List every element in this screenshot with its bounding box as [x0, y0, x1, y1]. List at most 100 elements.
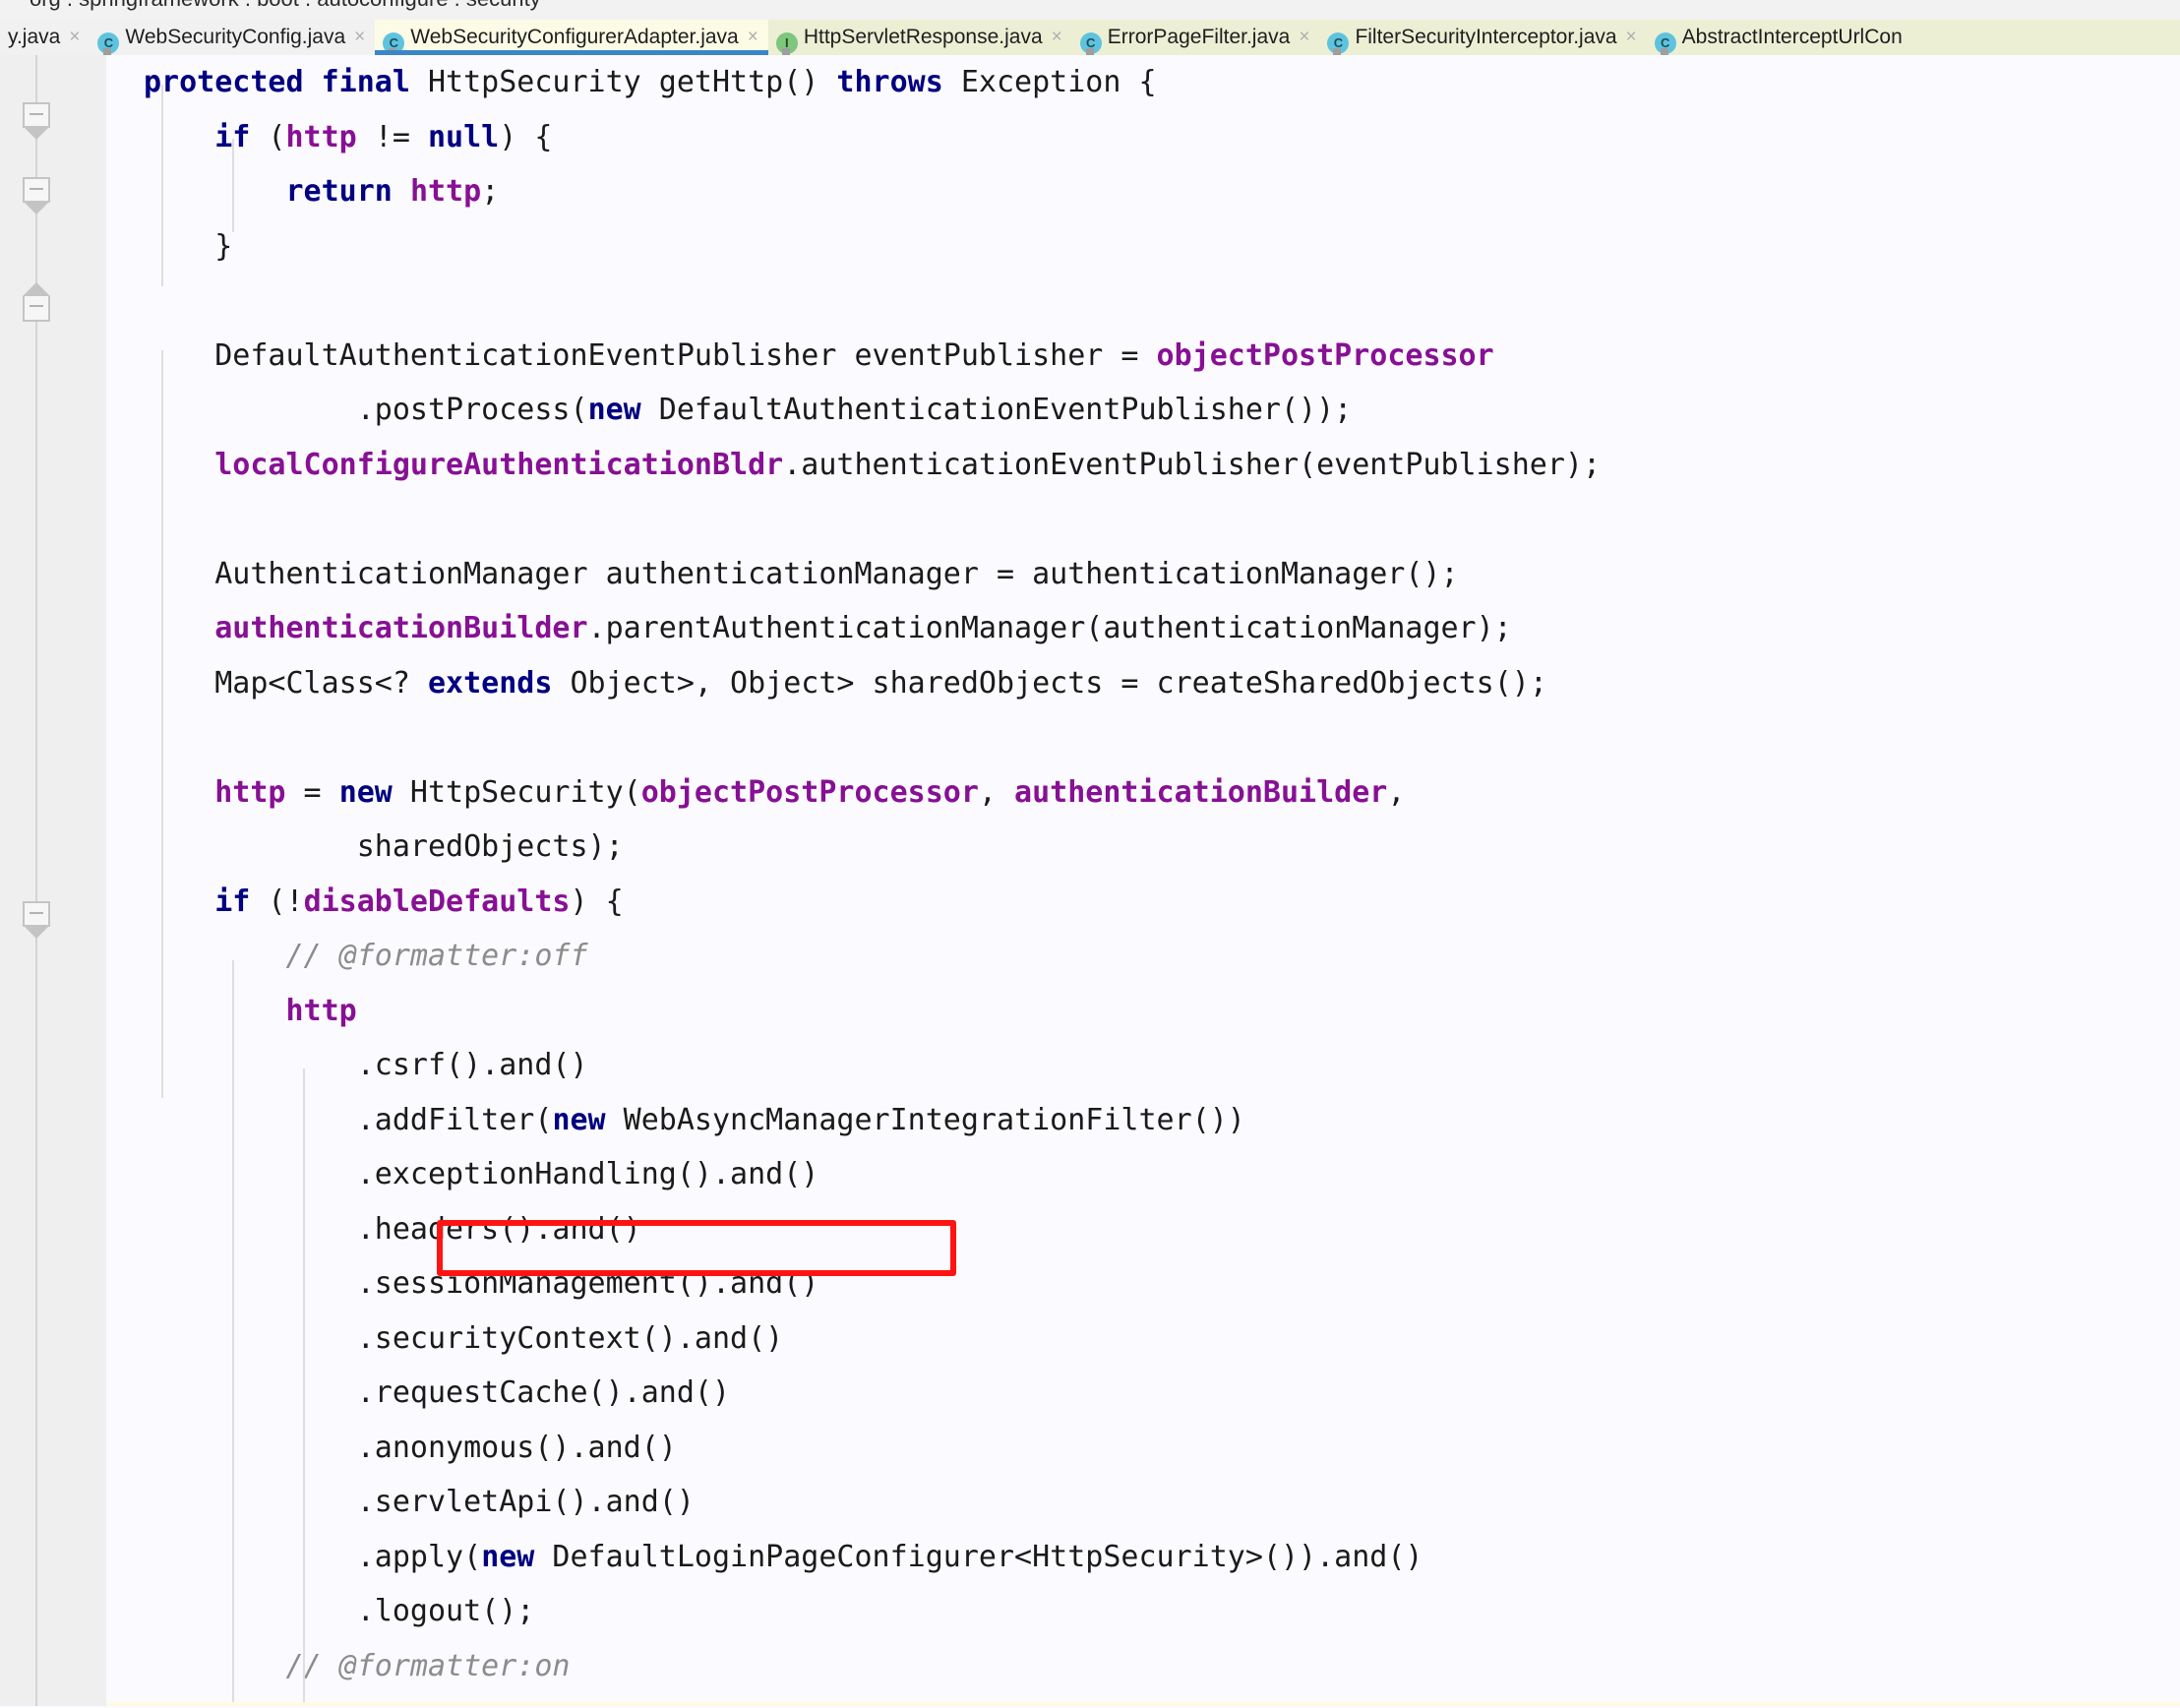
code-line[interactable]: .anonymous().and(): [106, 1421, 2180, 1476]
java-interface-icon: I: [775, 32, 798, 55]
code-line[interactable]: .headers().and(): [106, 1202, 2180, 1257]
editor-tab-label: WebSecurityConfigurerAdapter.java: [410, 26, 739, 48]
code-token-kw: throws: [836, 65, 943, 99]
code-line[interactable]: sharedObjects);: [106, 820, 2180, 875]
code-line[interactable]: return http;: [106, 164, 2180, 219]
code-token-txt: ) {: [570, 884, 624, 919]
close-icon[interactable]: ×: [748, 20, 758, 55]
code-token-txt: .addFilter(: [356, 1102, 553, 1137]
code-token-kw: null: [428, 119, 500, 154]
code-line[interactable]: [106, 710, 2180, 765]
code-editor[interactable]: protected final HttpSecurity getHttp() t…: [0, 55, 2180, 1706]
java-class-icon: C: [1327, 32, 1350, 55]
editor-tab-label: y.java: [8, 26, 61, 48]
code-line[interactable]: .servletApi().and(): [106, 1475, 2180, 1530]
close-icon[interactable]: ×: [1299, 20, 1309, 55]
code-token-txt: .anonymous().and(): [356, 1430, 677, 1465]
code-line[interactable]: // @formatter:on: [106, 1639, 2180, 1694]
code-line[interactable]: http = new HttpSecurity(objectPostProces…: [106, 765, 2180, 821]
code-line[interactable]: .addFilter(new WebAsyncManagerIntegratio…: [106, 1093, 2180, 1148]
code-token-kw: extends: [428, 665, 553, 701]
indent-guide: [161, 350, 163, 1098]
code-token-kw: new: [338, 774, 393, 810]
editor-tab[interactable]: y.java ×: [0, 20, 91, 55]
code-token-cmt: // @formatter:off: [285, 939, 588, 973]
editor-tab-bar[interactable]: y.java × C WebSecurityConfig.java × C WebSecur…: [0, 20, 2180, 56]
code-token-txt: .exceptionHandling().and(): [356, 1157, 819, 1191]
editor-tab-label: FilterSecurityInterceptor.java: [1355, 26, 1617, 48]
code-line[interactable]: if (http != null) {: [106, 110, 2180, 165]
editor-tab-label: HttpServletResponse.java: [803, 26, 1043, 48]
fold-expand-icon[interactable]: [23, 282, 50, 322]
source-code-area[interactable]: protected final HttpSecurity getHttp() t…: [106, 55, 2180, 1706]
editor-tab[interactable]: C WebSecurityConfig.java ×: [90, 20, 376, 55]
code-line[interactable]: .exceptionHandling().and(): [106, 1147, 2180, 1202]
code-token-fld: localConfigureAuthenticationBldr: [214, 447, 784, 482]
code-token-cmt: // @formatter:on: [285, 1648, 571, 1683]
code-line[interactable]: http: [106, 984, 2180, 1039]
editor-gutter[interactable]: [0, 55, 107, 1706]
editor-tab[interactable]: C AbstractInterceptUrlCon: [1646, 20, 1912, 55]
code-line[interactable]: DefaultAuthenticationEventPublisher even…: [106, 329, 2180, 384]
code-token-txt: DefaultAuthenticationEventPublisher even…: [214, 337, 1157, 373]
editor-tab[interactable]: I HttpServletResponse.java ×: [767, 20, 1072, 55]
indent-guide: [303, 1068, 305, 1706]
code-line[interactable]: .sessionManagement().and(): [106, 1256, 2180, 1312]
code-line[interactable]: .csrf().and(): [106, 1038, 2180, 1093]
code-token-txt: ,: [978, 774, 1015, 810]
code-line[interactable]: Map<Class<? extends Object>, Object> sha…: [106, 656, 2180, 711]
fold-arrow-fill: [26, 285, 47, 296]
code-line[interactable]: // @formatter:off: [106, 929, 2180, 984]
fold-arrow-fill: [26, 922, 47, 933]
code-token-txt: WebAsyncManagerIntegrationFilter()): [605, 1102, 1245, 1137]
editor-tab[interactable]: C WebSecurityConfigurerAdapter.java ×: [375, 20, 768, 55]
editor-tab[interactable]: C ErrorPageFilter.java ×: [1071, 20, 1320, 55]
code-line[interactable]: localConfigureAuthenticationBldr.authent…: [106, 438, 2180, 493]
code-token-txt: .csrf().and(): [356, 1048, 588, 1082]
editor-tab-label: AbstractInterceptUrlCon: [1681, 26, 1903, 48]
fold-collapse-icon[interactable]: [23, 177, 50, 214]
code-token-fld: http: [285, 993, 357, 1028]
code-line[interactable]: }: [106, 219, 2180, 274]
code-line[interactable]: if (!disableDefaults) {: [106, 875, 2180, 930]
code-token-kw: new: [481, 1539, 535, 1574]
code-token-txt: (!: [250, 884, 304, 919]
breadcrumb-strip[interactable]: org . springframework . boot . autoconfi…: [0, 0, 2180, 20]
next-line-hint: [106, 1702, 2180, 1706]
code-line[interactable]: .apply(new DefaultLoginPageConfigurer<Ht…: [106, 1530, 2180, 1585]
editor-tab-label: WebSecurityConfig.java: [125, 26, 346, 48]
code-line[interactable]: authenticationBuilder.parentAuthenticati…: [106, 601, 2180, 656]
code-line[interactable]: .securityContext().and(): [106, 1312, 2180, 1367]
code-line[interactable]: .postProcess(new DefaultAuthenticationEv…: [106, 383, 2180, 438]
code-line[interactable]: [106, 492, 2180, 547]
code-token-fld: authenticationBuilder: [214, 611, 588, 645]
code-token-kw: new: [552, 1102, 606, 1137]
code-line[interactable]: protected final HttpSecurity getHttp() t…: [106, 55, 2180, 110]
java-class-icon: C: [383, 32, 405, 55]
fold-collapse-icon[interactable]: [23, 901, 50, 939]
close-icon[interactable]: ×: [69, 20, 80, 55]
code-line[interactable]: [106, 274, 2180, 329]
code-token-kw: new: [587, 393, 641, 427]
code-token-txt: .headers().and(): [356, 1211, 641, 1247]
fold-collapse-icon[interactable]: [23, 102, 50, 140]
java-class-icon: C: [97, 32, 120, 55]
editor-tab[interactable]: C FilterSecurityInterceptor.java ×: [1319, 20, 1647, 55]
code-line[interactable]: .requestCache().and(): [106, 1366, 2180, 1421]
code-line[interactable]: .logout();: [106, 1584, 2180, 1639]
close-icon[interactable]: ×: [354, 20, 365, 55]
code-line[interactable]: AuthenticationManager authenticationMana…: [106, 547, 2180, 602]
close-icon[interactable]: ×: [1626, 20, 1637, 55]
close-icon[interactable]: ×: [1052, 20, 1062, 55]
